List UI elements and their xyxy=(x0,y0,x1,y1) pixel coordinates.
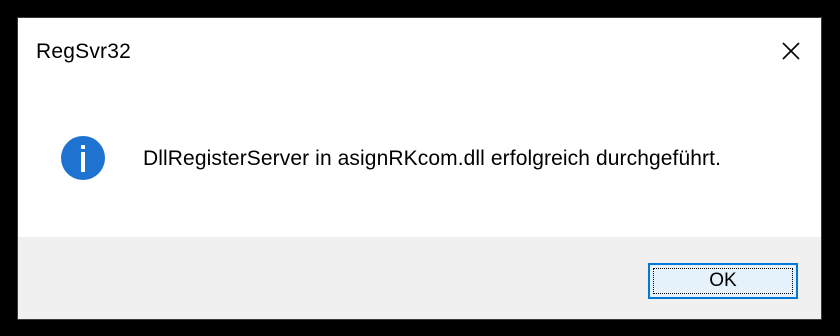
window-title: RegSvr32 xyxy=(36,40,131,63)
info-icon xyxy=(61,136,105,180)
close-button[interactable] xyxy=(761,18,821,84)
ok-button[interactable]: OK xyxy=(648,263,798,299)
title-bar[interactable]: RegSvr32 xyxy=(18,18,821,88)
message-text: DllRegisterServer in asignRKcom.dll erfo… xyxy=(143,147,722,170)
message-area: DllRegisterServer in asignRKcom.dll erfo… xyxy=(18,88,821,234)
ok-button-label: OK xyxy=(709,270,737,291)
button-bar: OK xyxy=(18,237,821,319)
screen-background: RegSvr32 DllRegisterServer in asignRKcom… xyxy=(0,0,840,336)
close-icon xyxy=(782,42,800,60)
message-dialog: RegSvr32 DllRegisterServer in asignRKcom… xyxy=(17,17,822,320)
